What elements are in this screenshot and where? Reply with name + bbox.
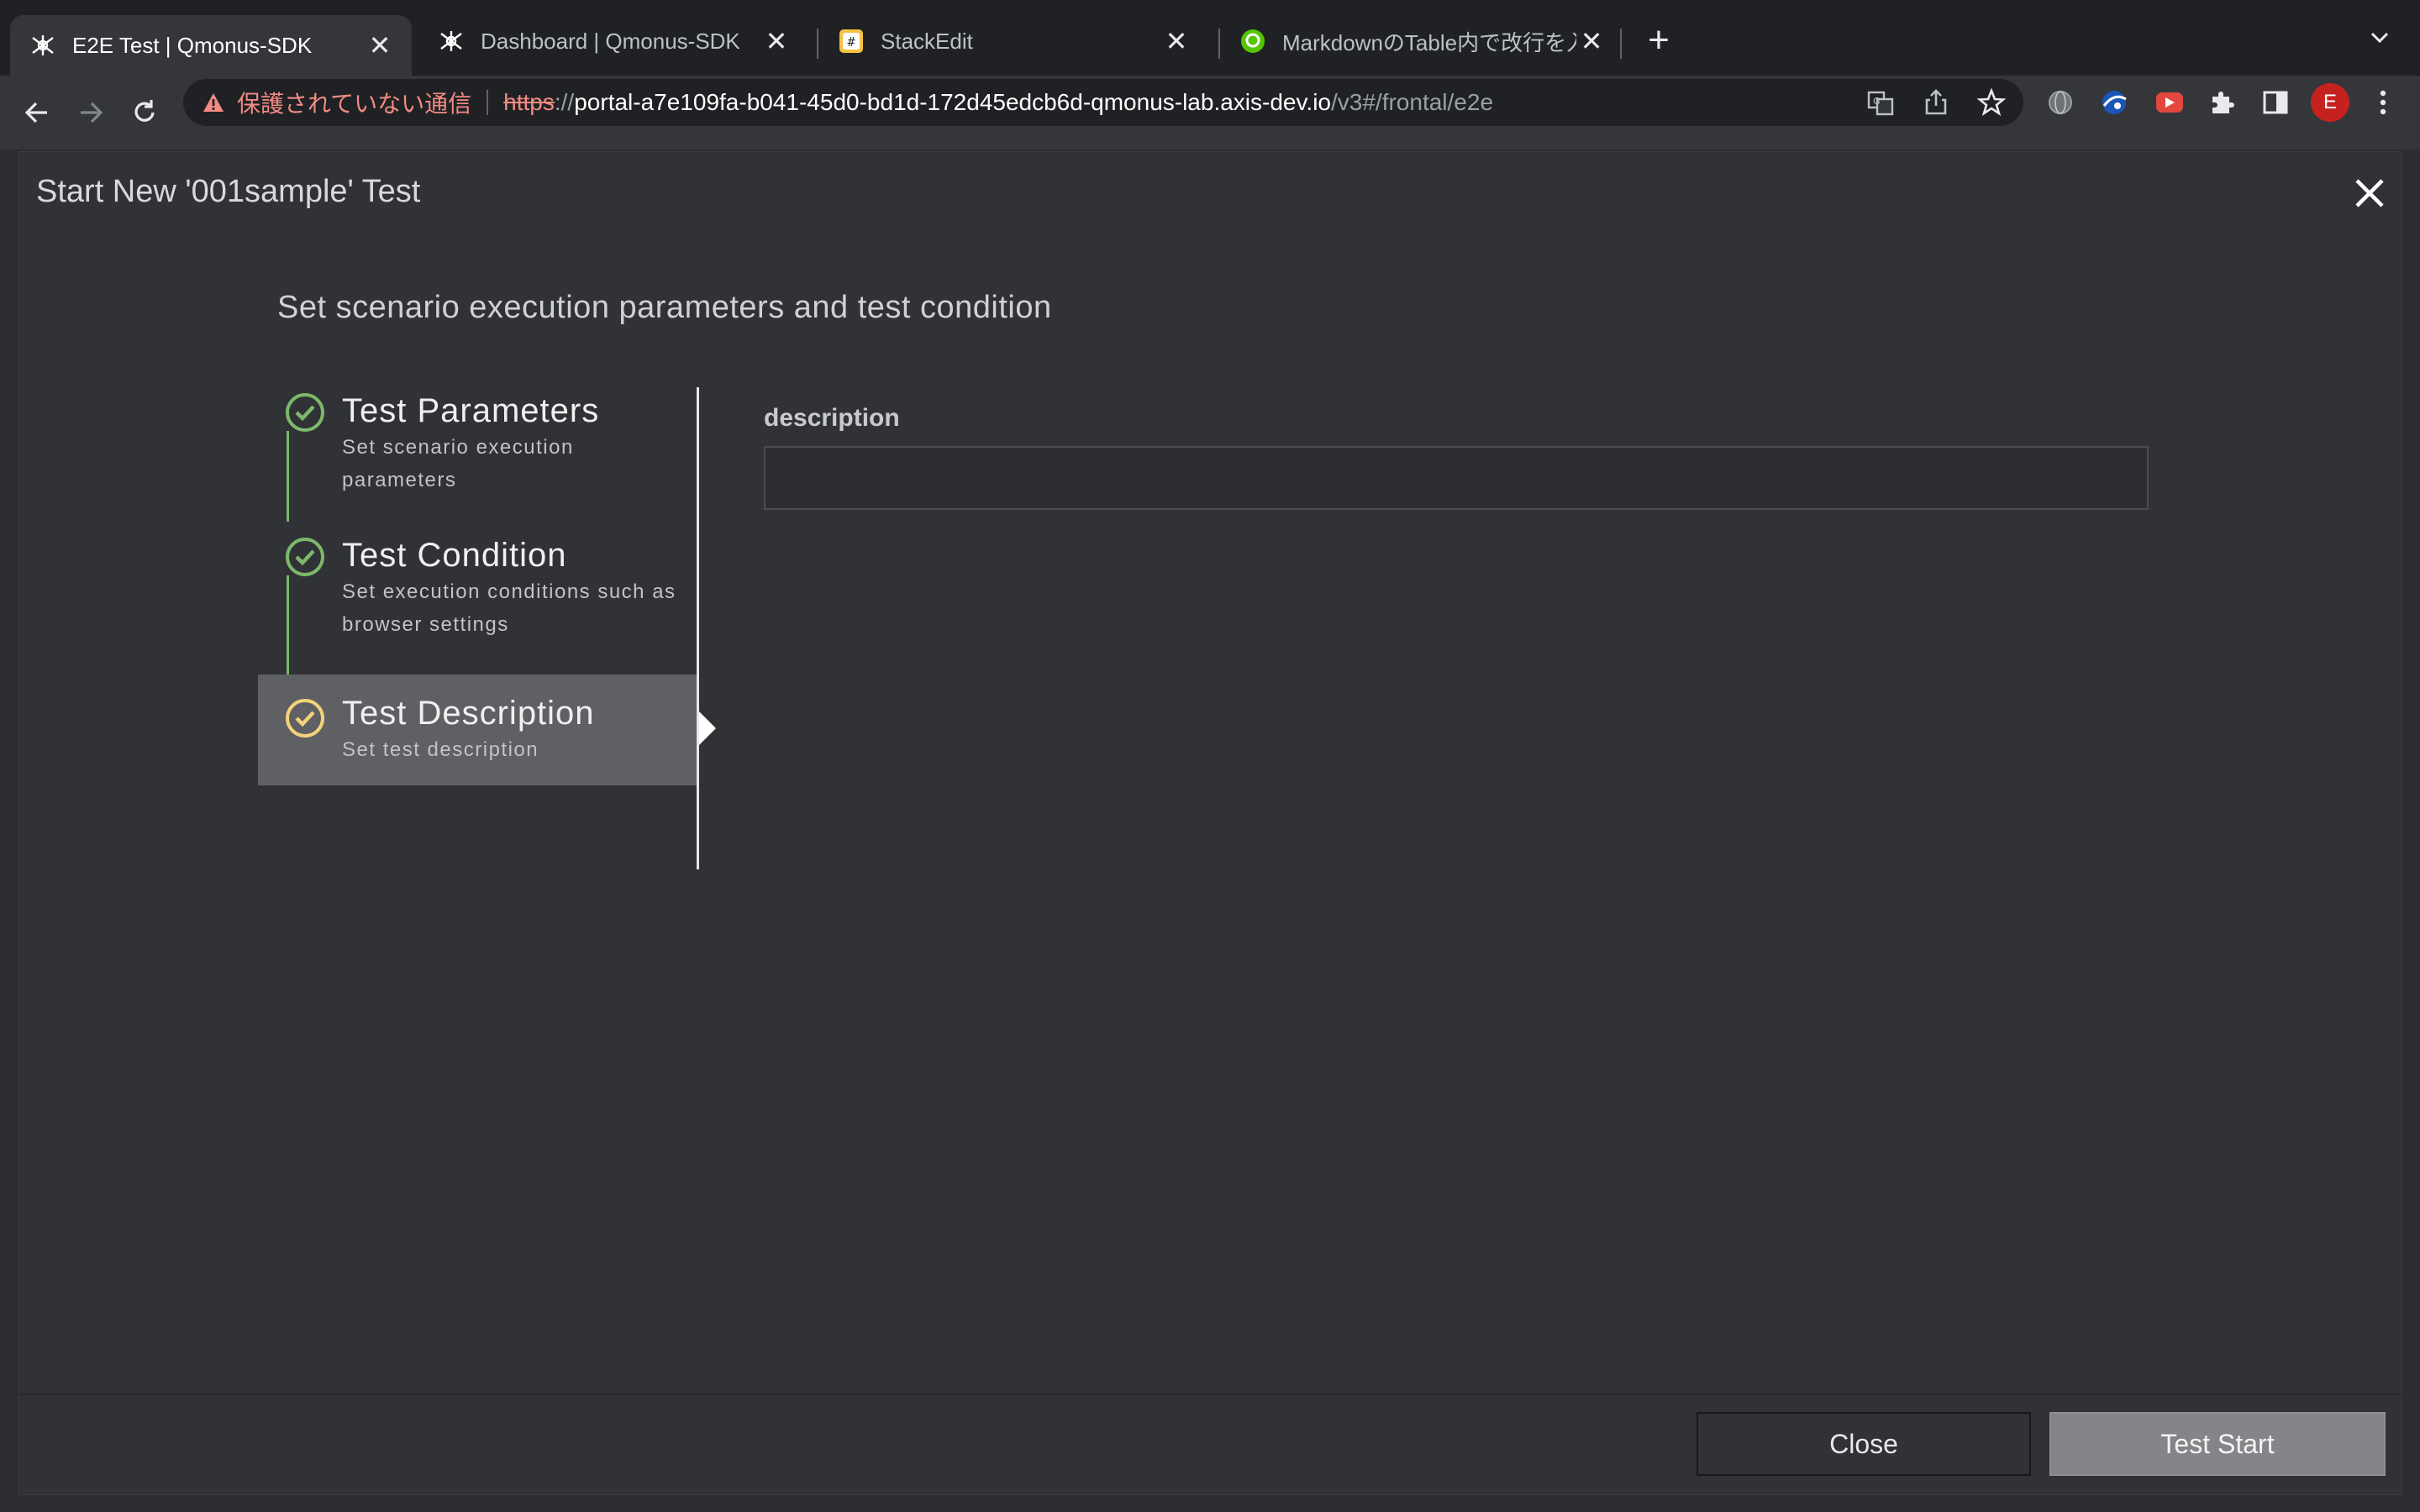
qiita-favicon-icon — [1241, 29, 1265, 53]
url-host: portal-a7e109fa-b041-45d0-bd1d-172d45edc… — [574, 89, 1331, 115]
omnibox-actions: G — [1865, 87, 2007, 118]
address-divider — [487, 90, 489, 115]
description-label: description — [764, 404, 900, 432]
back-button[interactable] — [15, 91, 59, 134]
stepper-divider — [697, 387, 699, 869]
translate-icon[interactable]: G — [1865, 87, 1896, 118]
step-test-parameters[interactable]: Test Parameters Set scenario execution p… — [258, 392, 697, 518]
security-warning[interactable]: 保護されていない通信 — [237, 86, 471, 119]
start-test-modal: Start New '001sample' Test Set scenario … — [18, 151, 2402, 1495]
svg-text:#: # — [847, 34, 855, 50]
tab-close-icon[interactable]: ✕ — [761, 25, 792, 57]
step-description: Set scenario execution parameters — [342, 436, 574, 491]
address-bar[interactable]: 保護されていない通信 https://portal-a7e109fa-b041-… — [183, 79, 2023, 126]
test-start-button[interactable]: Test Start — [2049, 1412, 2386, 1476]
reload-icon — [134, 100, 155, 122]
tab-separator — [1620, 29, 1622, 59]
forward-arrow-icon — [81, 102, 103, 123]
tab-search-chevron-icon[interactable] — [2368, 25, 2391, 55]
close-icon — [2355, 179, 2384, 207]
tab-close-icon[interactable]: ✕ — [1576, 25, 1607, 57]
tab-stackedit[interactable]: # StackEdit ✕ — [818, 15, 1208, 67]
profile-avatar[interactable]: E — [2311, 83, 2349, 122]
step-test-condition[interactable]: Test Condition Set execution conditions … — [258, 537, 697, 663]
extensions-icon[interactable] — [2205, 86, 2238, 119]
new-tab-button[interactable]: + — [1640, 22, 1677, 60]
share-icon[interactable] — [1921, 87, 1951, 118]
sidepanel-icon[interactable] — [2259, 86, 2292, 119]
tab-title: Dashboard | Qmonus-SDK — [481, 28, 740, 54]
warning-icon — [203, 93, 224, 112]
extension-youtube-icon[interactable] — [2153, 86, 2186, 119]
modal-title: Start New '001sample' Test — [36, 174, 421, 209]
url-scheme: https — [503, 89, 555, 115]
description-input[interactable] — [764, 446, 2149, 510]
modal-close-button[interactable] — [2347, 171, 2392, 216]
step-title: Test Description — [342, 695, 595, 732]
tab-markdown-table[interactable]: MarkdownのTable内で改行を入れ ✕ — [1220, 15, 1623, 67]
tab-close-icon[interactable]: ✕ — [1161, 25, 1192, 57]
tab-dashboard[interactable]: Dashboard | Qmonus-SDK ✕ — [418, 15, 808, 67]
modal-footer-divider — [19, 1394, 2402, 1395]
browser-tab-bar: E2E Test | Qmonus-SDK ✕ Dashboard | Qmon… — [0, 0, 2420, 76]
check-circle-icon — [286, 538, 324, 576]
close-button[interactable]: Close — [1697, 1412, 2031, 1476]
forward-button[interactable] — [69, 91, 113, 134]
tab-close-icon[interactable]: ✕ — [365, 29, 395, 61]
back-arrow-icon — [24, 102, 47, 123]
check-circle-icon — [286, 699, 324, 738]
url-scheme-separator: :// — [554, 89, 575, 115]
step-description: Set execution conditions such as browser… — [342, 580, 676, 636]
step-title: Test Parameters — [342, 392, 600, 429]
reload-button[interactable] — [123, 91, 166, 134]
svg-text:G: G — [1873, 96, 1881, 107]
check-circle-icon — [286, 393, 324, 432]
star-icon[interactable] — [1976, 87, 2007, 118]
tab-title: MarkdownのTable内で改行を入れ — [1282, 29, 1576, 55]
step-description: Set test description — [342, 738, 539, 761]
tab-title: StackEdit — [881, 28, 973, 54]
modal-subtitle: Set scenario execution parameters and te… — [277, 290, 1052, 325]
url-path: /v3#/frontal/e2e — [1331, 89, 1494, 115]
tab-e2e-test[interactable]: E2E Test | Qmonus-SDK ✕ — [10, 15, 412, 76]
step-title: Test Condition — [342, 537, 567, 574]
stackedit-favicon-icon: # — [839, 29, 863, 53]
qmonus-favicon-icon — [440, 31, 462, 51]
tab-title: E2E Test | Qmonus-SDK — [72, 32, 313, 58]
extension-blue-globe-icon[interactable] — [2097, 86, 2131, 119]
more-icon[interactable] — [2366, 86, 2400, 119]
step-test-description[interactable]: Test Description Set test description — [258, 675, 697, 785]
extension-globe-icon[interactable] — [2044, 86, 2077, 119]
active-step-pointer — [699, 711, 716, 745]
qmonus-favicon-icon — [32, 35, 54, 55]
